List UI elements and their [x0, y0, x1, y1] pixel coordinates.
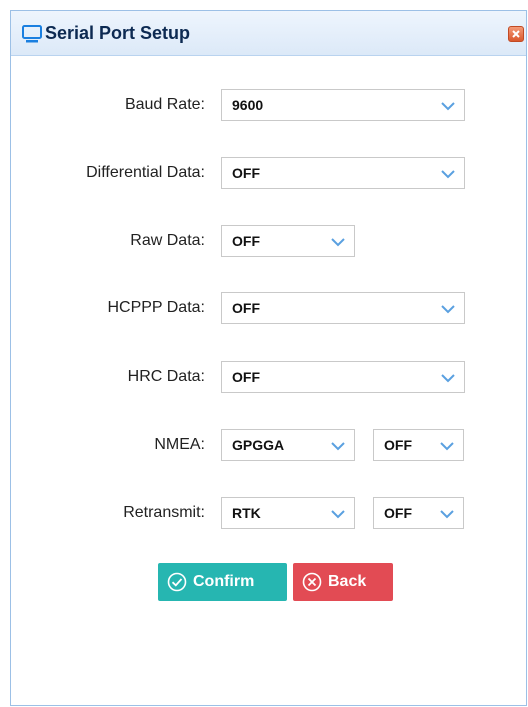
retransmit-state-value: OFF: [384, 505, 412, 521]
raw-data-value: OFF: [232, 233, 260, 249]
baud-rate-select[interactable]: 9600: [221, 89, 465, 121]
nmea-label: NMEA:: [154, 436, 205, 453]
nmea-value: GPGGA: [232, 437, 285, 453]
baud-rate-label: Baud Rate:: [124, 96, 205, 113]
raw-data-label: Raw Data:: [130, 232, 205, 249]
chevron-down-icon: [331, 238, 345, 247]
dialog-title: Serial Port Setup: [45, 23, 191, 43]
hrc-data-select[interactable]: OFF: [221, 361, 465, 393]
chevron-down-icon: [331, 442, 345, 451]
close-icon: [512, 30, 520, 38]
close-circle-icon: [302, 572, 322, 592]
chevron-down-icon: [331, 510, 345, 519]
raw-data-select[interactable]: OFF: [221, 225, 355, 257]
check-circle-icon: [167, 572, 187, 592]
nmea-state-select[interactable]: OFF: [373, 429, 464, 461]
chevron-down-icon: [441, 305, 455, 314]
hrc-data-label: HRC Data:: [127, 368, 205, 385]
close-button[interactable]: [508, 26, 524, 42]
chevron-down-icon: [440, 510, 454, 519]
chevron-down-icon: [441, 374, 455, 383]
dialog-titlebar: Serial Port Setup: [11, 11, 526, 56]
serial-port-setup-dialog: Serial Port Setup Baud Rate: 9600 Differ…: [10, 10, 527, 706]
hcppp-data-select[interactable]: OFF: [221, 292, 465, 324]
chevron-down-icon: [441, 102, 455, 111]
hrc-data-value: OFF: [232, 369, 260, 385]
nmea-select[interactable]: GPGGA: [221, 429, 355, 461]
retransmit-label: Retransmit:: [123, 504, 205, 521]
retransmit-select[interactable]: RTK: [221, 497, 355, 529]
back-button-label: Back: [328, 573, 367, 590]
differential-data-value: OFF: [232, 165, 260, 181]
confirm-button[interactable]: Confirm: [158, 563, 287, 601]
back-button[interactable]: Back: [293, 563, 393, 601]
chevron-down-icon: [440, 442, 454, 451]
retransmit-value: RTK: [232, 505, 261, 521]
chevron-down-icon: [441, 170, 455, 179]
hcppp-data-value: OFF: [232, 300, 260, 316]
hcppp-data-label: HCPPP Data:: [107, 299, 205, 316]
baud-rate-value: 9600: [232, 97, 264, 113]
retransmit-state-select[interactable]: OFF: [373, 497, 464, 529]
confirm-button-label: Confirm: [193, 573, 255, 590]
differential-data-select[interactable]: OFF: [221, 157, 465, 189]
differential-data-label: Differential Data:: [86, 164, 205, 181]
nmea-state-value: OFF: [384, 437, 412, 453]
monitor-icon: [22, 25, 42, 43]
